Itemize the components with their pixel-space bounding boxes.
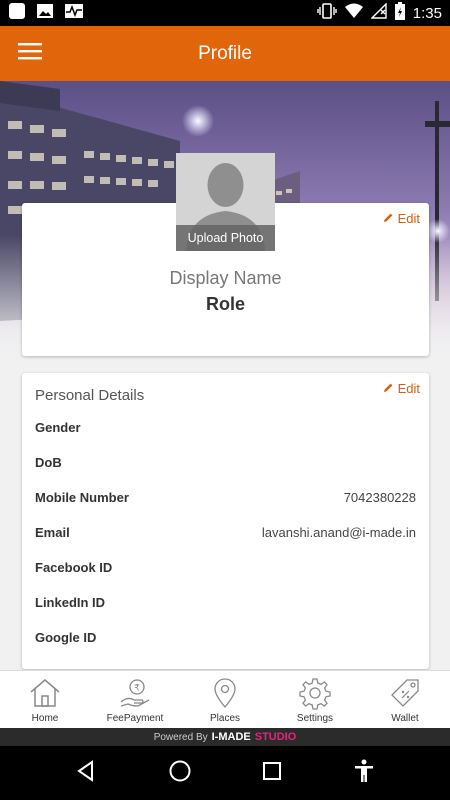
detail-label: Email — [35, 524, 70, 540]
menu-button[interactable] — [0, 26, 60, 81]
app-bar: Profile — [0, 26, 450, 81]
detail-row-facebook: Facebook ID — [35, 557, 416, 577]
home-circle-icon[interactable] — [168, 759, 192, 788]
nav-item-wallet[interactable]: Wallet — [360, 671, 450, 728]
price-tag-icon — [391, 679, 419, 707]
nav-item-feepayment[interactable]: ₹ FeePayment — [90, 671, 180, 728]
brand-suffix: STUDIO — [254, 731, 297, 743]
no-sim-icon — [370, 1, 387, 24]
notification-icon — [8, 2, 26, 25]
edit-details-button[interactable]: Edit — [383, 381, 420, 396]
system-nav-bar — [0, 746, 450, 800]
clock: 1:35 — [412, 4, 442, 22]
profile-photo[interactable]: Upload Photo — [176, 153, 275, 251]
detail-label: Google ID — [35, 629, 97, 645]
image-icon — [36, 2, 54, 25]
role: Role — [205, 294, 245, 314]
detail-row-google: Google ID — [35, 627, 416, 647]
edit-label: Edit — [397, 381, 420, 396]
status-bar: 1:35 — [0, 0, 450, 26]
detail-label: Gender — [35, 419, 81, 435]
detail-row-dob: DoB — [35, 452, 416, 472]
powered-by-label: Powered By — [153, 731, 208, 743]
back-icon[interactable] — [75, 759, 97, 787]
display-name: Display Name — [169, 268, 282, 288]
pencil-icon — [383, 211, 394, 226]
nav-label: Wallet — [391, 713, 419, 724]
recents-icon[interactable] — [262, 761, 282, 786]
svg-text:₹: ₹ — [134, 684, 140, 694]
upload-photo-button[interactable]: Upload Photo — [176, 225, 275, 251]
nav-label: Settings — [296, 713, 334, 724]
detail-row-email: Email lavanshi.anand@i-made.in — [35, 522, 416, 542]
page-title: Profile — [198, 42, 252, 64]
brand-name: I-MADE — [211, 731, 251, 743]
nav-label: FeePayment — [106, 713, 164, 724]
edit-label: Edit — [397, 211, 420, 226]
activity-icon — [64, 2, 84, 25]
detail-row-mobile: Mobile Number 7042380228 — [35, 487, 416, 507]
battery-icon — [394, 1, 405, 25]
section-title: Personal Details — [35, 387, 145, 404]
nav-item-home[interactable]: Home — [0, 671, 90, 728]
nav-label: Places — [209, 713, 240, 724]
home-icon — [30, 679, 60, 707]
personal-details-card: Personal Details Edit Gender DoB Mobile … — [22, 373, 429, 669]
detail-label: Facebook ID — [35, 559, 113, 575]
nav-item-settings[interactable]: Settings — [270, 671, 360, 728]
pencil-icon — [383, 381, 394, 396]
detail-row-gender: Gender — [35, 417, 416, 437]
vibrate-icon — [317, 2, 337, 24]
nav-label: Home — [31, 713, 59, 724]
wifi-icon — [344, 3, 363, 24]
detail-row-linkedin: LinkedIn ID — [35, 592, 416, 612]
gear-icon — [299, 678, 331, 710]
accessibility-icon[interactable] — [353, 759, 375, 788]
powered-by-footer: Powered By I-MADE STUDIO — [0, 728, 450, 746]
detail-value: 7042380228 — [343, 489, 416, 505]
detail-label: LinkedIn ID — [35, 594, 106, 610]
detail-label: DoB — [35, 454, 62, 470]
fee-payment-icon: ₹ — [120, 679, 150, 707]
nav-item-places[interactable]: Places — [180, 671, 270, 728]
location-pin-icon — [214, 678, 236, 709]
bottom-nav: Home ₹ FeePayment Places Settings Wallet — [0, 670, 450, 728]
detail-value: lavanshi.anand@i-made.in — [261, 524, 416, 540]
hamburger-icon — [18, 42, 42, 65]
edit-profile-button[interactable]: Edit — [383, 211, 420, 226]
detail-label: Mobile Number — [35, 489, 129, 505]
